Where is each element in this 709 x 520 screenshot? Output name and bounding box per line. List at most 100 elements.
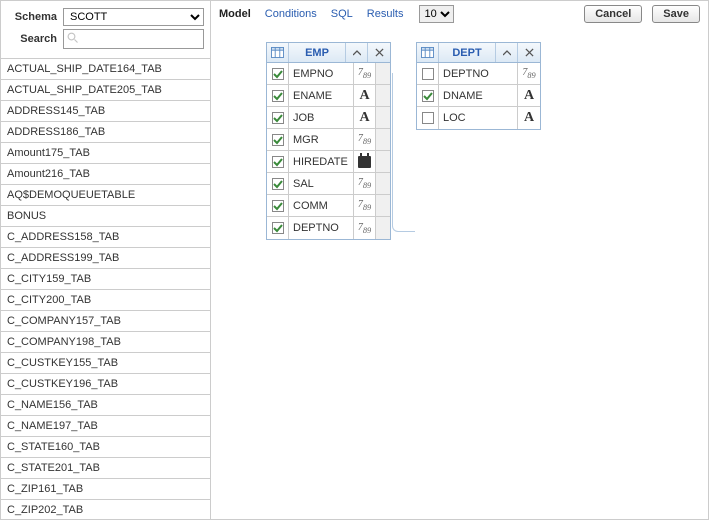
column-row[interactable]: MGR 789 xyxy=(267,129,390,151)
table-icon xyxy=(417,43,439,62)
join-handle[interactable] xyxy=(376,129,390,150)
join-connector xyxy=(392,73,415,232)
column-checkbox[interactable] xyxy=(272,222,284,234)
table-item[interactable]: C_CUSTKEY196_TAB xyxy=(1,374,210,395)
save-button[interactable]: Save xyxy=(652,5,700,23)
table-item[interactable]: C_ADDRESS199_TAB xyxy=(1,248,210,269)
number-type-icon: 789 xyxy=(358,199,371,212)
column-row[interactable]: SAL 789 xyxy=(267,173,390,195)
table-item[interactable]: C_CITY200_TAB xyxy=(1,290,210,311)
column-checkbox[interactable] xyxy=(422,68,434,80)
number-type-icon: 789 xyxy=(358,133,371,146)
search-icon xyxy=(67,32,79,44)
entity-header[interactable]: EMP xyxy=(267,43,390,63)
search-input[interactable] xyxy=(63,29,204,49)
column-name: LOC xyxy=(439,107,518,129)
tab-results[interactable]: Results xyxy=(367,8,404,20)
join-handle[interactable] xyxy=(376,217,390,239)
entity-header[interactable]: DEPT xyxy=(417,43,540,63)
table-item[interactable]: ACTUAL_SHIP_DATE205_TAB xyxy=(1,80,210,101)
tab-conditions[interactable]: Conditions xyxy=(265,8,317,20)
number-type-icon: 789 xyxy=(358,67,371,80)
column-row[interactable]: LOC A xyxy=(417,107,540,129)
toolbar: Model Conditions SQL Results 10 Cancel S… xyxy=(211,1,708,27)
column-checkbox[interactable] xyxy=(272,200,284,212)
table-item[interactable]: C_STATE160_TAB xyxy=(1,437,210,458)
join-handle[interactable] xyxy=(376,195,390,216)
entity-emp[interactable]: EMP EMPNO789ENAMEAJOBAMGR789HIREDATESAL7… xyxy=(266,42,391,240)
table-list[interactable]: ACTUAL_SHIP_DATE164_TABACTUAL_SHIP_DATE2… xyxy=(1,59,210,519)
schema-select[interactable]: SCOTT xyxy=(63,8,204,26)
left-panel: Schema SCOTT Search ACTUAL_SHIP_DATE164_… xyxy=(1,1,211,519)
column-name: HIREDATE xyxy=(289,151,354,172)
column-checkbox[interactable] xyxy=(422,112,434,124)
column-checkbox[interactable] xyxy=(272,156,284,168)
tab-model[interactable]: Model xyxy=(219,8,251,20)
column-row[interactable]: HIREDATE xyxy=(267,151,390,173)
column-checkbox[interactable] xyxy=(272,90,284,102)
close-icon[interactable] xyxy=(368,43,390,62)
column-checkbox[interactable] xyxy=(272,178,284,190)
join-handle[interactable] xyxy=(376,85,390,106)
table-item[interactable]: ACTUAL_SHIP_DATE164_TAB xyxy=(1,59,210,80)
collapse-icon[interactable] xyxy=(496,43,518,62)
table-item[interactable]: C_CUSTKEY155_TAB xyxy=(1,353,210,374)
column-checkbox[interactable] xyxy=(422,90,434,102)
date-type-icon xyxy=(358,156,371,168)
table-item[interactable]: C_NAME197_TAB xyxy=(1,416,210,437)
column-checkbox[interactable] xyxy=(272,134,284,146)
column-row[interactable]: JOBA xyxy=(267,107,390,129)
table-item[interactable]: C_ZIP202_TAB xyxy=(1,500,210,519)
join-handle[interactable] xyxy=(376,173,390,194)
column-name: MGR xyxy=(289,129,354,150)
table-item[interactable]: C_STATE201_TAB xyxy=(1,458,210,479)
results-count-select[interactable]: 10 xyxy=(419,5,454,23)
model-canvas[interactable]: EMP EMPNO789ENAMEAJOBAMGR789HIREDATESAL7… xyxy=(211,27,708,519)
table-item[interactable]: Amount175_TAB xyxy=(1,143,210,164)
text-type-icon: A xyxy=(359,88,369,104)
column-name: SAL xyxy=(289,173,354,194)
right-panel: Model Conditions SQL Results 10 Cancel S… xyxy=(211,1,708,519)
table-item[interactable]: C_COMPANY157_TAB xyxy=(1,311,210,332)
column-row[interactable]: DNAMEA xyxy=(417,85,540,107)
table-item[interactable]: ADDRESS145_TAB xyxy=(1,101,210,122)
tab-sql[interactable]: SQL xyxy=(331,8,353,20)
entity-title: EMP xyxy=(289,43,346,62)
column-checkbox[interactable] xyxy=(272,68,284,80)
column-row[interactable]: EMPNO 789 xyxy=(267,63,390,85)
collapse-icon[interactable] xyxy=(346,43,368,62)
table-item[interactable]: AQ$DEMOQUEUETABLE xyxy=(1,185,210,206)
number-type-icon: 789 xyxy=(358,177,371,190)
search-label: Search xyxy=(7,33,57,45)
column-name: DEPTNO xyxy=(439,63,518,84)
close-icon[interactable] xyxy=(518,43,540,62)
table-item[interactable]: Amount216_TAB xyxy=(1,164,210,185)
column-row[interactable]: COMM 789 xyxy=(267,195,390,217)
table-item[interactable]: C_CITY159_TAB xyxy=(1,269,210,290)
table-item[interactable]: ADDRESS186_TAB xyxy=(1,122,210,143)
column-checkbox[interactable] xyxy=(272,112,284,124)
join-handle[interactable] xyxy=(376,107,390,128)
schema-label: Schema xyxy=(7,11,57,23)
table-item[interactable]: C_ZIP161_TAB xyxy=(1,479,210,500)
cancel-button[interactable]: Cancel xyxy=(584,5,642,23)
column-name: ENAME xyxy=(289,85,354,106)
table-item[interactable]: C_COMPANY198_TAB xyxy=(1,332,210,353)
table-item[interactable]: C_NAME156_TAB xyxy=(1,395,210,416)
column-row[interactable]: DEPTNO789 xyxy=(267,217,390,239)
column-name: EMPNO xyxy=(289,63,354,84)
column-row[interactable]: ENAME A xyxy=(267,85,390,107)
text-type-icon: A xyxy=(524,110,534,126)
entity-title: DEPT xyxy=(439,43,496,62)
table-icon xyxy=(267,43,289,62)
column-name: DEPTNO xyxy=(289,217,354,239)
table-item[interactable]: BONUS xyxy=(1,206,210,227)
text-type-icon: A xyxy=(359,110,369,126)
number-type-icon: 789 xyxy=(522,67,535,80)
join-handle[interactable] xyxy=(376,151,390,172)
column-row[interactable]: DEPTNO 789 xyxy=(417,63,540,85)
table-item[interactable]: C_ADDRESS158_TAB xyxy=(1,227,210,248)
column-name: COMM xyxy=(289,195,354,216)
join-handle[interactable] xyxy=(376,63,390,84)
entity-dept[interactable]: DEPT DEPTNO 789 DNAMEALOC A xyxy=(416,42,541,130)
